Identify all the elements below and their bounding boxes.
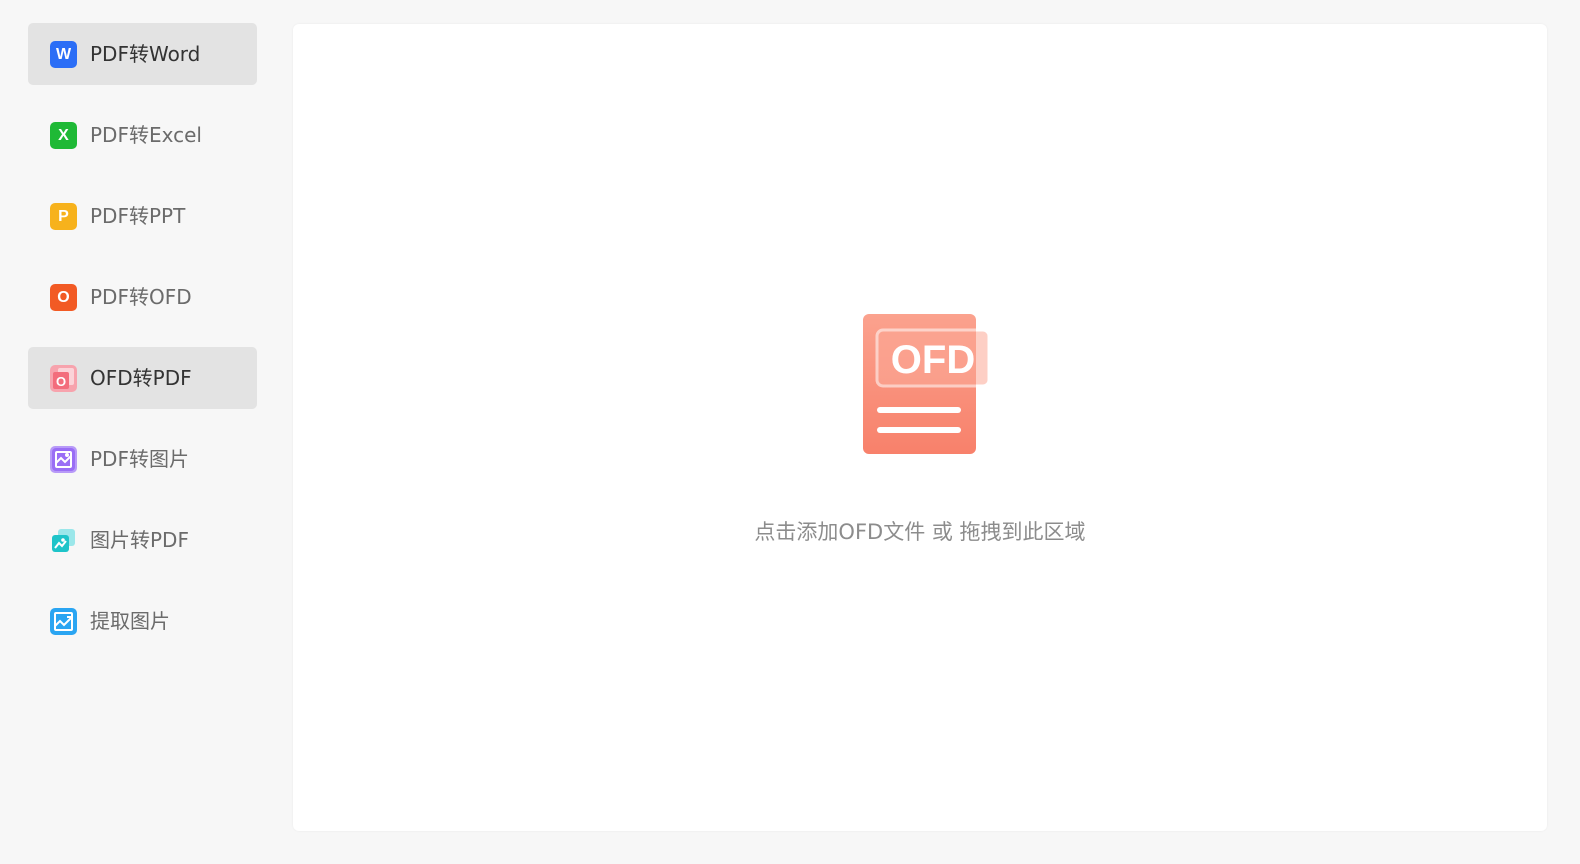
sidebar-item-image-to-pdf[interactable]: 图片转PDF [28,509,257,571]
file-drop-zone[interactable]: OFD 点击添加OFD文件 或 拖拽到此区域 [293,24,1547,831]
sidebar-item-label: PDF转Word [90,42,201,66]
svg-text:OFD: OFD [891,338,975,382]
sidebar-item-label: 图片转PDF [90,528,189,552]
word-icon: W [50,41,77,68]
sidebar-item-label: PDF转图片 [90,447,189,471]
pdf-to-image-icon [50,446,77,473]
sidebar-item-label: PDF转PPT [90,204,186,228]
sidebar-item-pdf-to-excel[interactable]: X PDF转Excel [28,104,257,166]
ofd-icon: O [50,284,77,311]
sidebar-item-label: PDF转OFD [90,285,192,309]
ppt-icon: P [50,203,77,230]
ofd-to-pdf-icon: O [50,365,77,392]
drop-hint-text: 点击添加OFD文件 或 拖拽到此区域 [754,520,1086,544]
sidebar-item-label: OFD转PDF [90,366,192,390]
excel-icon: X [50,122,77,149]
sidebar-item-pdf-to-ppt[interactable]: P PDF转PPT [28,185,257,247]
sidebar-item-pdf-to-word[interactable]: W PDF转Word [28,23,257,85]
sidebar-item-label: PDF转Excel [90,123,202,147]
main-panel: OFD 点击添加OFD文件 或 拖拽到此区域 [293,24,1547,831]
ofd-file-icon: OFD [859,310,993,460]
sidebar-item-extract-image[interactable]: 提取图片 [28,590,257,652]
sidebar-item-pdf-to-ofd[interactable]: O PDF转OFD [28,266,257,328]
sidebar-item-pdf-to-image[interactable]: PDF转图片 [28,428,257,490]
sidebar-item-ofd-to-pdf[interactable]: O OFD转PDF [28,347,257,409]
svg-text:O: O [56,374,66,389]
app-window: W PDF转Word X PDF转Excel P PDF转PPT O PDF转O… [0,0,1580,864]
image-to-pdf-icon [50,527,77,554]
sidebar-item-label: 提取图片 [90,609,170,633]
extract-image-icon [50,608,77,635]
